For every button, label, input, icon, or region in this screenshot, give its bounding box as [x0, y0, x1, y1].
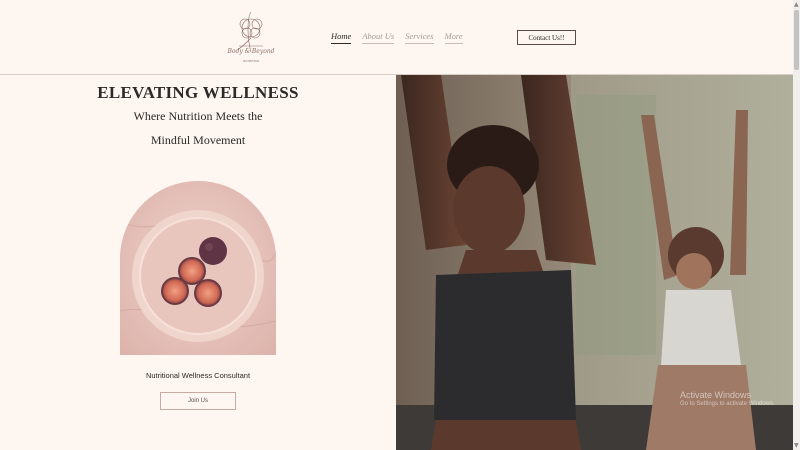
- hero-title: ELEVATING WELLNESS: [97, 83, 299, 102]
- join-us-button[interactable]: Join Us: [160, 392, 236, 410]
- watermark-title: Activate Windows: [680, 390, 752, 400]
- hero-subtitle-line2: Mindful Movement: [150, 133, 246, 147]
- scroll-up-icon[interactable]: ▲: [794, 1, 799, 8]
- svg-text:Body & Beyond: Body & Beyond: [226, 48, 274, 55]
- watermark-subtitle: Go to Settings to activate Windows.: [680, 401, 775, 407]
- site-logo[interactable]: Body & Beyond NUTRITION: [225, 8, 277, 66]
- main-nav: Home About Us Services More: [331, 31, 463, 44]
- consultant-label: Nutritional Wellness Consultant: [145, 371, 251, 380]
- site-header: Body & Beyond NUTRITION Home About Us Se…: [0, 0, 793, 75]
- hero-subtitle-line1: Where Nutrition Meets the: [133, 109, 263, 123]
- scroll-down-icon[interactable]: ▼: [794, 442, 799, 449]
- svg-text:NUTRITION: NUTRITION: [243, 59, 259, 63]
- nav-about-us[interactable]: About Us: [362, 31, 395, 44]
- nav-more[interactable]: More: [444, 31, 463, 44]
- figs-plate-image: [120, 181, 276, 355]
- scrollbar-thumb[interactable]: [794, 10, 799, 70]
- contact-us-button[interactable]: Contact Us!!: [517, 30, 576, 45]
- nav-home[interactable]: Home: [331, 31, 352, 44]
- nav-services[interactable]: Services: [405, 31, 434, 44]
- floral-lotus-logo-icon: Body & Beyond NUTRITION: [226, 11, 275, 63]
- page-scrollbar[interactable]: ▲ ▼: [793, 0, 800, 450]
- activate-windows-watermark: Activate Windows Go to Settings to activ…: [680, 390, 775, 407]
